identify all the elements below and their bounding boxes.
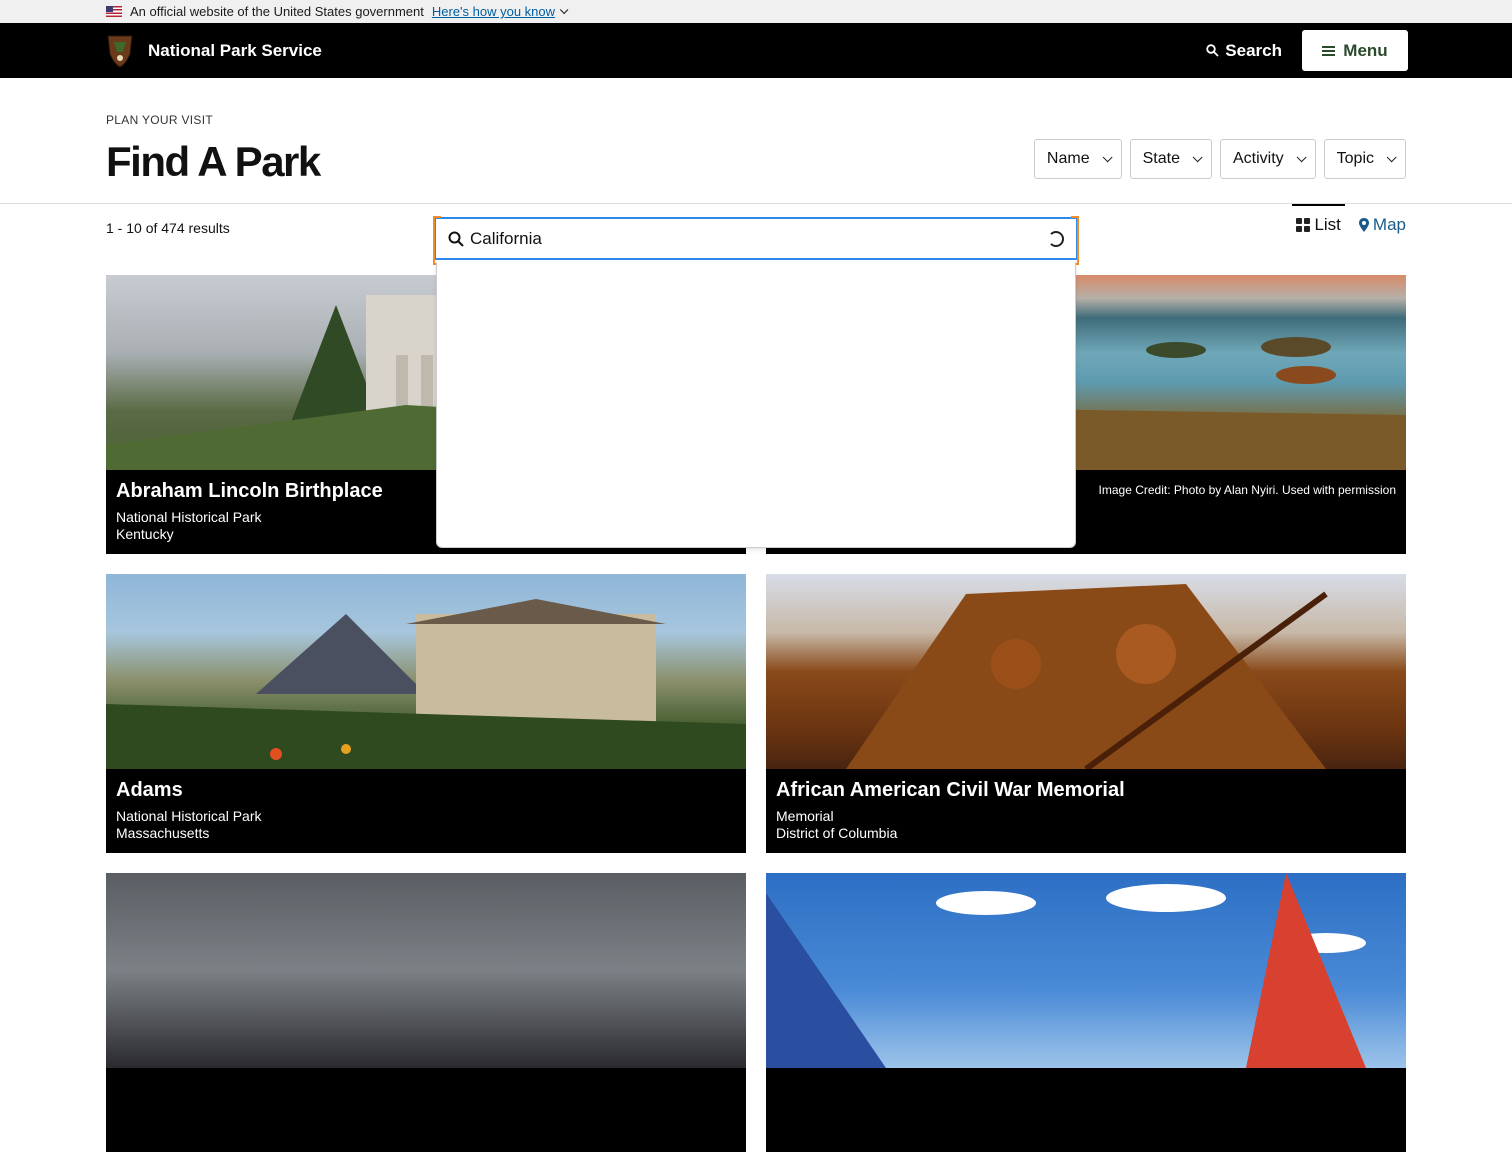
filter-topic[interactable]: Topic	[1323, 139, 1406, 179]
map-pin-icon	[1358, 218, 1369, 232]
menu-label: Menu	[1343, 40, 1388, 60]
filter-label: State	[1142, 150, 1180, 167]
chevron-down-icon	[1102, 151, 1113, 162]
park-state: Massachusetts	[116, 825, 210, 841]
park-card[interactable]	[766, 873, 1406, 1152]
filter-activity[interactable]: Activity	[1219, 139, 1316, 179]
search-icon	[1206, 44, 1219, 57]
park-card[interactable]	[106, 873, 746, 1152]
search-icon	[448, 231, 464, 247]
nps-arrowhead-logo-icon[interactable]	[106, 34, 134, 68]
park-state: District of Columbia	[776, 825, 898, 841]
park-photo	[766, 873, 1366, 1068]
page-title: Find A Park	[106, 138, 321, 185]
map-label: Map	[1372, 215, 1406, 234]
loading-spinner-icon	[1048, 230, 1064, 247]
park-image	[106, 574, 746, 769]
filter-label: Topic	[1336, 150, 1374, 167]
site-header: National Park Service Search Menu	[0, 23, 1512, 78]
park-image	[766, 873, 1406, 1068]
park-card[interactable]: African American Civil War Memorial Memo…	[766, 574, 1406, 853]
filter-name[interactable]: Name	[1033, 139, 1122, 179]
filter-label: Activity	[1232, 150, 1284, 167]
image-credit: Image Credit: Photo by Alan Nyiri. Used …	[1098, 483, 1396, 497]
chevron-down-icon[interactable]	[559, 5, 569, 14]
grid-icon	[1296, 218, 1311, 232]
result-count: 1 - 10 of 474 results	[106, 220, 230, 236]
header-search-button[interactable]: Search	[1206, 41, 1282, 61]
gov-banner-text: An official website of the United States…	[130, 4, 424, 19]
park-type: Memorial	[776, 808, 834, 824]
chevron-down-icon	[1296, 151, 1307, 162]
search-suggestions-dropdown[interactable]	[436, 262, 1076, 548]
site-brand[interactable]: National Park Service	[148, 41, 322, 61]
park-image	[766, 574, 1406, 769]
hamburger-icon	[1322, 45, 1336, 56]
list-label: List	[1314, 215, 1341, 234]
breadcrumb: PLAN YOUR VISIT	[106, 113, 213, 127]
chevron-down-icon	[1192, 151, 1203, 162]
search-input[interactable]	[470, 228, 1042, 249]
park-image	[106, 873, 746, 1068]
park-photo	[106, 599, 746, 769]
chevron-down-icon	[1386, 151, 1397, 162]
menu-button[interactable]: Menu	[1302, 30, 1408, 71]
park-search-box[interactable]	[433, 216, 1079, 265]
map-view-button[interactable]: Map	[1358, 213, 1406, 235]
park-title: Adams	[116, 779, 183, 801]
filter-bar: Name State Activity Topic	[1033, 139, 1406, 179]
us-flag-icon	[106, 6, 122, 17]
gov-banner: An official website of the United States…	[0, 0, 1512, 23]
search-label: Search	[1225, 40, 1282, 60]
view-toggle: List Map	[1292, 204, 1406, 244]
filter-state[interactable]: State	[1129, 139, 1212, 179]
park-type: National Historical Park	[116, 808, 262, 824]
park-title: African American Civil War Memorial	[776, 779, 1125, 801]
filter-label: Name	[1046, 150, 1090, 167]
park-card[interactable]: Adams National Historical Park Massachus…	[106, 574, 746, 853]
heres-how-you-know-link[interactable]: Here's how you know	[432, 4, 555, 19]
page-header: PLAN YOUR VISIT Find A Park Name State A…	[0, 78, 1512, 204]
list-view-button[interactable]: List	[1292, 204, 1345, 244]
park-photo	[846, 584, 1328, 769]
